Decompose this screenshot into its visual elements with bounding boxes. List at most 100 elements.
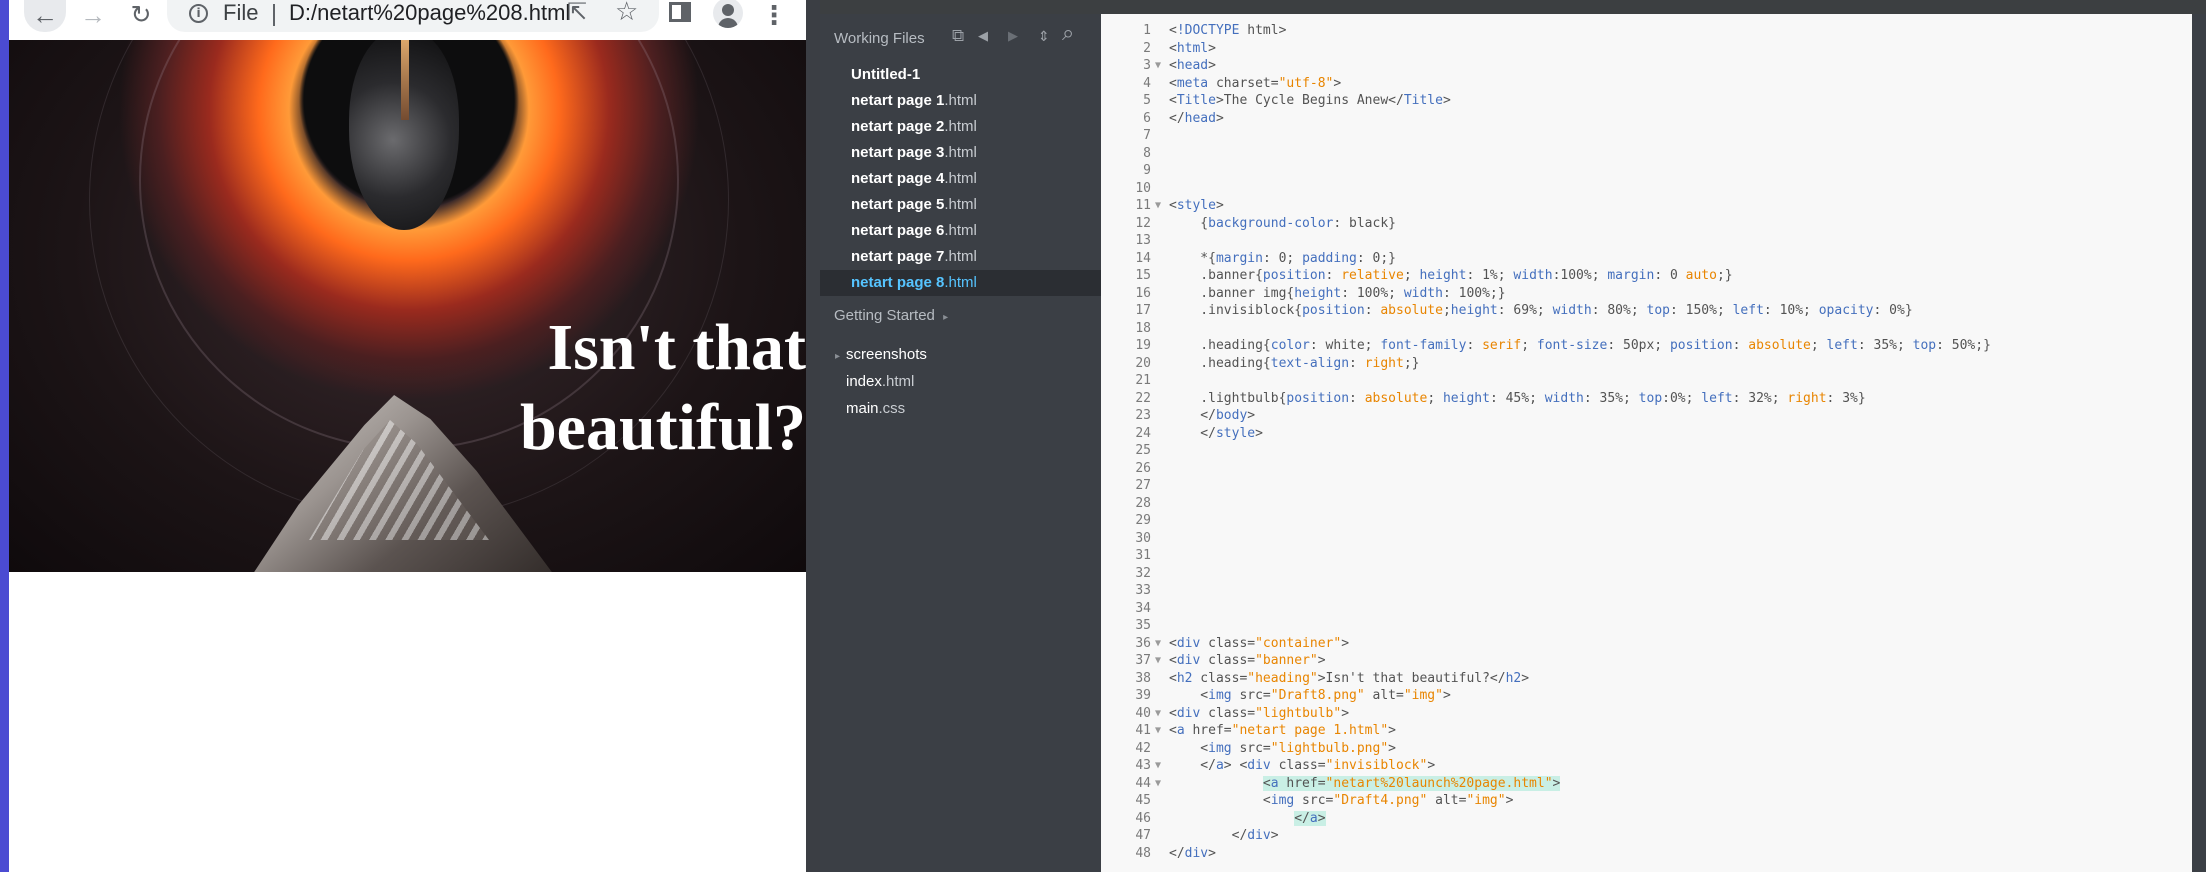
- line-number: 35: [1135, 618, 1151, 633]
- code-line[interactable]: 41 ▼ <a href="netart page 1.html">: [1101, 722, 2191, 740]
- code-editor[interactable]: 1 <!DOCTYPE html> 2 <html> 3 ▼ <head> 4 <meta ch…: [1101, 14, 2206, 872]
- split-view-icon[interactable]: ⧉: [952, 26, 964, 46]
- code-line[interactable]: 28: [1101, 495, 2191, 513]
- working-file-item[interactable]: Untitled-1: [820, 62, 1101, 88]
- code-line[interactable]: 11 ▼ <style>: [1101, 197, 2191, 215]
- code-line[interactable]: 39 <img src="Draft8.png" alt="img">: [1101, 687, 2191, 705]
- code-line[interactable]: 20 .heading{text-align: right;}: [1101, 355, 2191, 373]
- fold-arrow-icon[interactable]: ▼: [1155, 57, 1167, 75]
- tree-file-item[interactable]: main.css: [820, 396, 1101, 422]
- fold-arrow-icon[interactable]: ▼: [1155, 722, 1167, 740]
- working-file-item[interactable]: netart page 1.html: [820, 88, 1101, 114]
- code-line[interactable]: 32: [1101, 565, 2191, 583]
- code-line[interactable]: 37 ▼ <div class="banner">: [1101, 652, 2191, 670]
- code-line[interactable]: 30: [1101, 530, 2191, 548]
- code-line[interactable]: 15 .banner{position: relative; height: 1…: [1101, 267, 2191, 285]
- code-line[interactable]: 13: [1101, 232, 2191, 250]
- line-number: 30: [1135, 530, 1151, 546]
- code-line[interactable]: 47 </div>: [1101, 827, 2191, 845]
- code-text: </a> <div class="invisiblock">: [1169, 758, 1436, 773]
- side-panel-icon[interactable]: [669, 2, 691, 22]
- url-text[interactable]: D:/netart%20page%208.html: [289, 0, 570, 26]
- working-file-item[interactable]: netart page 7.html: [820, 244, 1101, 270]
- reload-icon[interactable]: ↻: [123, 0, 159, 30]
- working-file-item[interactable]: netart page 5.html: [820, 192, 1101, 218]
- code-line[interactable]: 9: [1101, 162, 2191, 180]
- code-text: <h2 class="heading">Isn't that beautiful…: [1169, 670, 1530, 686]
- working-file-extension: .html: [944, 170, 977, 187]
- code-line[interactable]: 43 ▼ </a> <div class="invisiblock">: [1101, 757, 2191, 775]
- code-line[interactable]: 44 ▼ <a href="netart%20launch%20page.html…: [1101, 775, 2191, 793]
- code-line[interactable]: 2 <html>: [1101, 40, 2191, 58]
- search-icon[interactable]: ⌕: [1062, 20, 1074, 46]
- code-line[interactable]: 46 </a>: [1101, 810, 2191, 828]
- address-bar[interactable]: i File D:/netart%20page%208.html ⇱ ☆: [167, 0, 659, 32]
- working-file-item[interactable]: netart page 4.html: [820, 166, 1101, 192]
- code-text: <style>: [1169, 198, 1224, 213]
- code-line[interactable]: 24 </style>: [1101, 425, 2191, 443]
- code-line[interactable]: 48 </div>: [1101, 845, 2191, 863]
- share-icon[interactable]: ⇱: [567, 0, 587, 27]
- next-arrow-icon[interactable]: ▶: [1008, 28, 1018, 44]
- code-line[interactable]: 25: [1101, 442, 2191, 460]
- menu-icon[interactable]: ⋮: [761, 0, 787, 31]
- back-arrow-icon[interactable]: ←: [24, 0, 66, 32]
- code-line[interactable]: 17 .invisiblock{position: absolute;heigh…: [1101, 302, 2191, 320]
- profile-icon[interactable]: [713, 0, 743, 28]
- forward-arrow-icon[interactable]: →: [75, 0, 111, 30]
- code-line[interactable]: 21: [1101, 372, 2191, 390]
- code-text: <img src="Draft8.png" alt="img">: [1169, 688, 1451, 703]
- code-line[interactable]: 29: [1101, 512, 2191, 530]
- fold-arrow-icon[interactable]: ▼: [1155, 775, 1167, 793]
- code-line[interactable]: 45 <img src="Draft4.png" alt="img">: [1101, 792, 2191, 810]
- line-number: 29: [1135, 513, 1151, 528]
- code-line[interactable]: 35: [1101, 617, 2191, 635]
- fold-arrow-icon[interactable]: ▼: [1155, 652, 1167, 670]
- prev-arrow-icon[interactable]: ◀: [978, 28, 988, 44]
- code-line[interactable]: 33: [1101, 582, 2191, 600]
- code-line[interactable]: 8: [1101, 145, 2191, 163]
- code-line[interactable]: 19 .heading{color: white; font-family: s…: [1101, 337, 2191, 355]
- line-number: 7: [1143, 128, 1151, 143]
- code-line[interactable]: 38 <h2 class="heading">Isn't that beautif…: [1101, 670, 2191, 688]
- code-line[interactable]: 26: [1101, 460, 2191, 478]
- getting-started-title[interactable]: Getting Started ▸: [834, 307, 948, 324]
- line-number: 27: [1135, 478, 1151, 493]
- code-line[interactable]: 1 <!DOCTYPE html>: [1101, 22, 2191, 40]
- code-line[interactable]: 6 </head>: [1101, 110, 2191, 128]
- fold-arrow-icon[interactable]: ▼: [1155, 197, 1167, 215]
- fold-arrow-icon[interactable]: ▼: [1155, 757, 1167, 775]
- code-line[interactable]: 12 {background-color: black}: [1101, 215, 2191, 233]
- code-line[interactable]: 27: [1101, 477, 2191, 495]
- window-divider[interactable]: [806, 0, 820, 872]
- line-number: 41: [1135, 723, 1151, 738]
- code-line[interactable]: 3 ▼ <head>: [1101, 57, 2191, 75]
- code-line[interactable]: 42 <img src="lightbulb.png">: [1101, 740, 2191, 758]
- code-line[interactable]: 7: [1101, 127, 2191, 145]
- code-line[interactable]: 22 .lightbulb{position: absolute; height…: [1101, 390, 2191, 408]
- fold-arrow-icon[interactable]: ▼: [1155, 635, 1167, 653]
- star-icon[interactable]: ☆: [615, 0, 638, 27]
- working-file-item[interactable]: netart page 3.html: [820, 140, 1101, 166]
- code-line[interactable]: 14 *{margin: 0; padding: 0;}: [1101, 250, 2191, 268]
- code-line[interactable]: 31: [1101, 547, 2191, 565]
- fold-arrow-icon[interactable]: ▼: [1155, 705, 1167, 723]
- dropdown-arrow-icon[interactable]: ▸: [943, 312, 948, 323]
- working-file-item[interactable]: netart page 6.html: [820, 218, 1101, 244]
- code-line[interactable]: 23 </body>: [1101, 407, 2191, 425]
- code-line[interactable]: 18: [1101, 320, 2191, 338]
- code-line[interactable]: 40 ▼ <div class="lightbulb">: [1101, 705, 2191, 723]
- code-line[interactable]: 4 <meta charset="utf-8">: [1101, 75, 2191, 93]
- code-line[interactable]: 5 <Title>The Cycle Begins Anew</Title>: [1101, 92, 2191, 110]
- folder-expand-icon[interactable]: ▸: [835, 351, 840, 362]
- tree-file-item[interactable]: index.html: [820, 369, 1101, 395]
- working-file-item[interactable]: netart page 8.html: [820, 270, 1101, 296]
- info-icon[interactable]: i: [189, 4, 208, 23]
- sort-icon[interactable]: ⇕: [1038, 28, 1050, 45]
- code-line[interactable]: 10: [1101, 180, 2191, 198]
- code-line[interactable]: 34: [1101, 600, 2191, 618]
- tree-folder-item[interactable]: ▸ screenshots: [820, 342, 1101, 368]
- working-file-item[interactable]: netart page 2.html: [820, 114, 1101, 140]
- code-line[interactable]: 36 ▼ <div class="container">: [1101, 635, 2191, 653]
- code-line[interactable]: 16 .banner img{height: 100%; width: 100%…: [1101, 285, 2191, 303]
